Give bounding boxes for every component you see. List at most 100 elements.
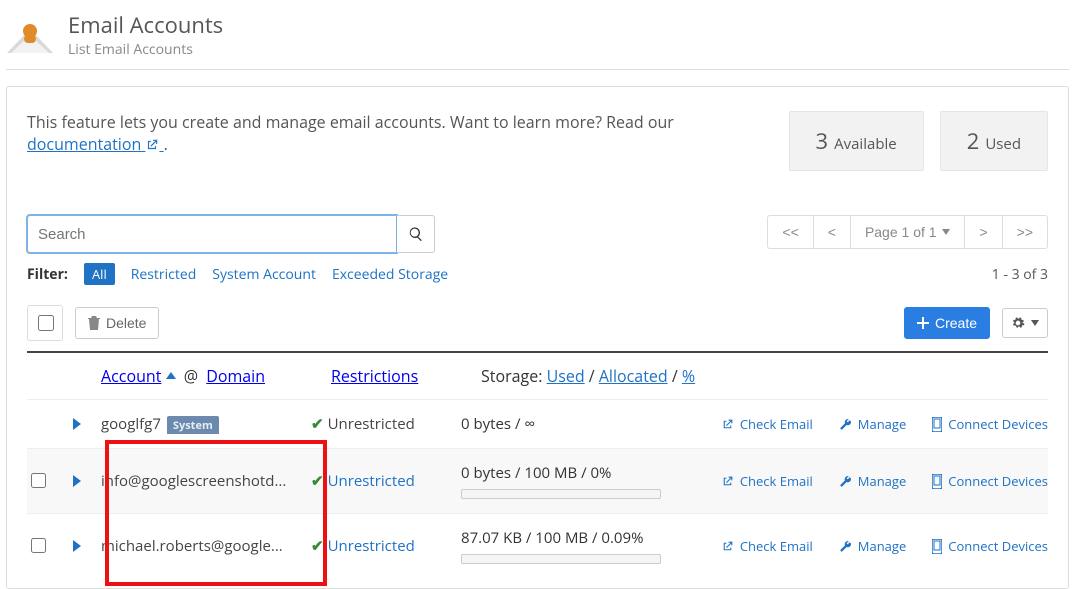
- chevron-right-icon: [73, 418, 81, 430]
- filter-restricted[interactable]: Restricted: [131, 265, 197, 284]
- storage-text: 0 bytes / ∞: [461, 414, 708, 434]
- email-accounts-icon: [6, 11, 54, 59]
- stat-available-num: 3: [816, 126, 829, 156]
- stat-used-num: 2: [967, 126, 980, 156]
- phone-icon: [932, 539, 942, 554]
- gear-icon: [1011, 316, 1025, 330]
- search-icon: [408, 226, 424, 242]
- intro-prefix: This feature lets you create and manage …: [27, 111, 674, 133]
- check-icon: ✔: [311, 414, 324, 434]
- sort-account[interactable]: Account: [101, 365, 161, 387]
- restriction-cell: ✔Unrestricted: [311, 414, 461, 434]
- expand-toggle[interactable]: [73, 475, 101, 487]
- open-icon: [721, 418, 734, 431]
- wrench-icon: [839, 418, 852, 431]
- check-email-link[interactable]: Check Email: [721, 415, 813, 433]
- row-checkbox[interactable]: [31, 473, 46, 488]
- pager-last[interactable]: >>: [1002, 215, 1048, 249]
- phone-icon: [932, 474, 942, 489]
- storage-text: 0 bytes / 100 MB / 0%: [461, 463, 708, 483]
- restriction-text: Unrestricted: [328, 414, 415, 434]
- account-cell: michael.roberts@google...: [101, 536, 311, 556]
- restriction-link[interactable]: Unrestricted: [328, 536, 415, 556]
- sort-asc-icon: [166, 372, 176, 380]
- create-button[interactable]: Create: [904, 307, 990, 339]
- wrench-icon: [839, 540, 852, 553]
- wrench-icon: [839, 475, 852, 488]
- stat-available-label: Available: [834, 134, 897, 154]
- col-storage-allocated[interactable]: Allocated: [599, 365, 668, 387]
- pager: << < Page 1 of 1 > >>: [768, 215, 1048, 249]
- storage-cell: 0 bytes / 100 MB / 0%: [461, 463, 708, 499]
- column-headers: Account @ Domain Restrictions Storage: U…: [27, 353, 1048, 399]
- page-subtitle: List Email Accounts: [68, 40, 223, 59]
- search-button[interactable]: [397, 215, 435, 253]
- account-cell: googlfg7System: [101, 414, 311, 434]
- storage-cell: 0 bytes / ∞: [461, 414, 708, 434]
- filter-exceeded[interactable]: Exceeded Storage: [332, 265, 448, 284]
- manage-link[interactable]: Manage: [839, 415, 906, 433]
- check-email-link[interactable]: Check Email: [721, 472, 813, 490]
- pager-first[interactable]: <<: [767, 215, 813, 249]
- connect-devices-link[interactable]: Connect Devices: [932, 415, 1048, 433]
- check-icon: ✔: [311, 536, 324, 556]
- filter-all[interactable]: All: [84, 263, 115, 285]
- select-all-wrapper[interactable]: [27, 305, 63, 341]
- filter-label: Filter:: [27, 265, 68, 284]
- stat-used: 2 Used: [940, 111, 1048, 171]
- results-count: 1 - 3 of 3: [992, 265, 1048, 284]
- open-icon: [721, 540, 734, 553]
- storage-cell: 87.07 KB / 100 MB / 0.09%: [461, 528, 708, 564]
- expand-toggle[interactable]: [73, 418, 101, 430]
- restriction-link[interactable]: Unrestricted: [328, 471, 415, 491]
- restriction-cell: ✔Unrestricted: [311, 536, 461, 556]
- caret-down-icon: [1031, 320, 1039, 326]
- separator: [6, 69, 1069, 70]
- trash-icon: [88, 316, 100, 330]
- connect-devices-link[interactable]: Connect Devices: [932, 472, 1048, 490]
- search-input[interactable]: [27, 215, 397, 253]
- sort-domain[interactable]: Domain: [206, 365, 265, 387]
- intro-suffix: .: [164, 133, 168, 155]
- select-all-checkbox[interactable]: [38, 315, 54, 331]
- stat-used-label: Used: [985, 134, 1021, 154]
- pager-next[interactable]: >: [964, 215, 1002, 249]
- restriction-cell: ✔Unrestricted: [311, 471, 461, 491]
- caret-down-icon: [942, 229, 950, 235]
- check-email-link[interactable]: Check Email: [721, 537, 813, 555]
- manage-link[interactable]: Manage: [839, 472, 906, 490]
- plus-icon: [917, 317, 929, 329]
- col-storage-pct[interactable]: %: [682, 365, 695, 387]
- page-title: Email Accounts: [68, 10, 223, 40]
- col-storage-used[interactable]: Used: [547, 365, 585, 387]
- documentation-link[interactable]: documentation: [27, 133, 164, 155]
- open-icon: [721, 475, 734, 488]
- connect-devices-link[interactable]: Connect Devices: [932, 537, 1048, 555]
- pager-prev[interactable]: <: [813, 215, 851, 249]
- expand-toggle[interactable]: [73, 540, 101, 552]
- phone-icon: [932, 417, 942, 432]
- manage-link[interactable]: Manage: [839, 537, 906, 555]
- storage-progress: [461, 489, 661, 499]
- row-checkbox[interactable]: [31, 538, 46, 553]
- table-row: michael.roberts@google...✔Unrestricted87…: [27, 513, 1048, 578]
- stat-available: 3 Available: [789, 111, 924, 171]
- settings-menu-button[interactable]: [1002, 308, 1048, 338]
- chevron-right-icon: [73, 540, 81, 552]
- intro-text: This feature lets you create and manage …: [27, 111, 789, 155]
- main-panel: This feature lets you create and manage …: [6, 86, 1069, 589]
- table-row: googlfg7System✔Unrestricted0 bytes / ∞Ch…: [27, 399, 1048, 448]
- pager-page[interactable]: Page 1 of 1: [850, 215, 966, 249]
- filter-system[interactable]: System Account: [212, 265, 316, 284]
- col-storage-prefix: Storage:: [481, 365, 542, 387]
- storage-text: 87.07 KB / 100 MB / 0.09%: [461, 528, 708, 548]
- account-cell: info@googlescreenshotd...: [101, 471, 311, 491]
- external-link-icon: [145, 138, 159, 152]
- table-row: info@googlescreenshotd...✔Unrestricted0 …: [27, 448, 1048, 513]
- at-separator: @: [184, 365, 198, 387]
- delete-button[interactable]: Delete: [75, 307, 159, 339]
- system-badge: System: [167, 416, 219, 434]
- chevron-right-icon: [73, 475, 81, 487]
- col-restrictions[interactable]: Restrictions: [331, 365, 418, 387]
- check-icon: ✔: [311, 471, 324, 491]
